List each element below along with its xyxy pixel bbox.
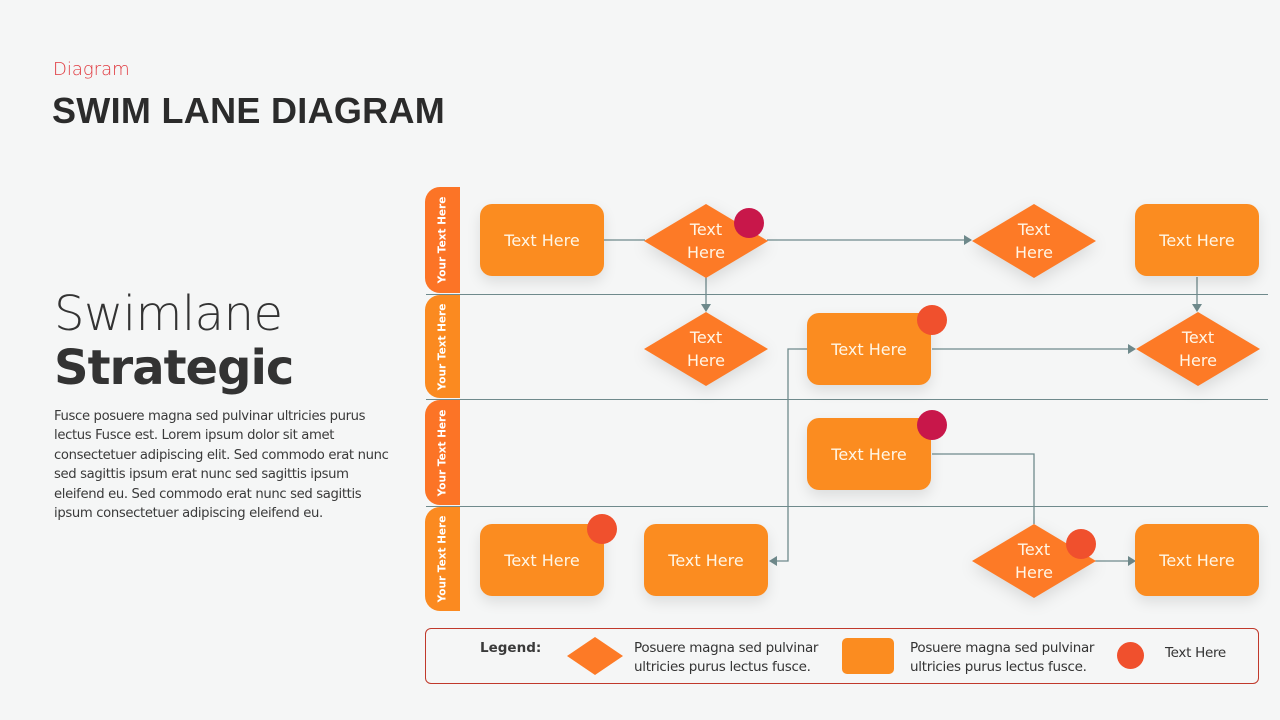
decision-label: Text Here: [1015, 220, 1053, 262]
legend-dot-icon: [1117, 642, 1144, 669]
marker-dot: [734, 208, 764, 238]
connectors: [604, 235, 1202, 566]
arrowhead-icon: [701, 304, 711, 312]
legend-text-line: ultricies purus lectus fusce.: [634, 659, 811, 675]
legend-process-text: Posuere magna sed pulvinar ultricies pur…: [910, 639, 1094, 677]
legend-text-line: Posuere magna sed pulvinar: [634, 640, 819, 656]
process-box[interactable]: Text Here: [807, 418, 931, 490]
process-box[interactable]: Text Here: [480, 204, 604, 276]
legend-text-line: ultricies purus lectus fusce.: [910, 659, 1087, 675]
process-box[interactable]: Text Here: [480, 524, 604, 596]
process-box[interactable]: Text Here: [807, 313, 931, 385]
arrowhead-icon: [1192, 304, 1202, 312]
legend-text-line: Posuere magna sed pulvinar: [910, 640, 1095, 656]
decision-label: Text Here: [687, 220, 725, 262]
decision-node[interactable]: Text Here: [972, 204, 1096, 278]
marker-dot: [587, 514, 617, 544]
decision-label: Text Here: [1015, 540, 1053, 582]
marker-dot: [917, 305, 947, 335]
arrowhead-icon: [769, 556, 777, 566]
legend-decision-text: Posuere magna sed pulvinar ultricies pur…: [634, 639, 818, 677]
process-box[interactable]: Text Here: [644, 524, 768, 596]
connector-line: [932, 453, 1035, 524]
arrowhead-icon: [964, 235, 972, 245]
decision-node[interactable]: Text Here: [1136, 312, 1260, 386]
legend-diamond-icon: [567, 637, 623, 675]
process-box[interactable]: Text Here: [1135, 524, 1259, 596]
decision-label: Text Here: [1179, 328, 1217, 370]
decision-label: Text Here: [687, 328, 725, 370]
connector-line: [776, 348, 807, 562]
legend-marker-text: Text Here: [1165, 645, 1226, 661]
process-box[interactable]: Text Here: [1135, 204, 1259, 276]
marker-dot: [1066, 529, 1096, 559]
marker-dot: [917, 410, 947, 440]
arrowhead-icon: [1128, 344, 1136, 354]
decision-node[interactable]: Text Here: [644, 312, 768, 386]
legend-title: Legend:: [480, 640, 542, 656]
legend-box-icon: [842, 638, 894, 674]
